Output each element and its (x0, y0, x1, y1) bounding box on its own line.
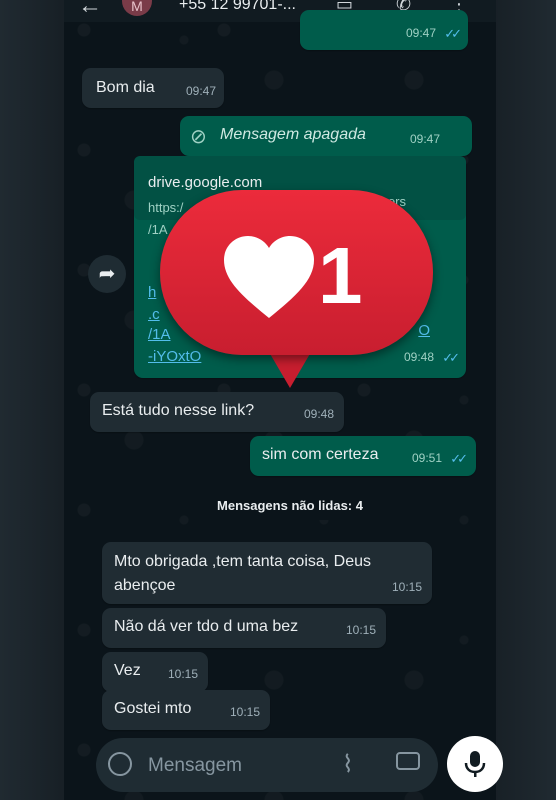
message-bubble[interactable]: Vez 10:15 (102, 652, 208, 692)
heart-icon (224, 236, 314, 318)
read-ticks-icon: ✓✓ (442, 350, 460, 365)
message-text: Gostei mto (114, 700, 192, 717)
deleted-message-bubble[interactable]: ⊘ Mensagem apagada 09:47 (180, 116, 472, 156)
back-arrow-icon[interactable]: ← (78, 0, 102, 20)
link-preview-url: https:/ (148, 200, 184, 215)
message-bubble[interactable]: Está tudo nesse link? 09:48 (90, 392, 344, 432)
message-bubble-partial[interactable]: 09:47 ✓✓ (300, 10, 468, 50)
avatar[interactable]: M (122, 0, 152, 16)
message-time: 09:51 (411, 451, 442, 465)
message-time: 09:48 (403, 350, 434, 364)
link-text[interactable]: .c (148, 306, 160, 323)
message-time: 10:15 (391, 580, 422, 594)
microphone-icon (464, 751, 486, 777)
message-input[interactable] (146, 750, 330, 782)
blocked-icon: ⊘ (190, 126, 207, 148)
like-count: 1 (318, 231, 363, 320)
photo-edge-right (488, 0, 556, 800)
unread-messages-divider: Mensagens não lidas: 4 (190, 492, 390, 520)
link-text[interactable]: O (418, 322, 430, 339)
message-time: 10:15 (345, 623, 376, 637)
message-text: sim com certeza (262, 446, 379, 463)
message-input-bar[interactable]: ⌇ (96, 738, 438, 792)
link-text[interactable]: -iYOxtO (148, 348, 201, 365)
message-text: Vez (114, 662, 141, 679)
message-time: 09:48 (303, 407, 334, 421)
message-text: Está tudo nesse link? (102, 402, 255, 419)
message-time: 09:47 (409, 132, 440, 146)
link-preview-title: drive.google.com (148, 174, 263, 191)
message-time: 10:15 (167, 667, 198, 681)
read-ticks-icon: ✓✓ (444, 26, 462, 41)
link-text[interactable]: /1A (148, 326, 171, 343)
forward-icon[interactable]: ➦ (88, 255, 126, 293)
link-text[interactable]: h (148, 284, 156, 301)
message-text: Mensagem apagada (220, 126, 366, 143)
attach-icon[interactable]: ⌇ (342, 750, 354, 779)
photo-edge-left (0, 0, 68, 800)
microphone-button[interactable] (447, 736, 503, 792)
message-time: 09:47 (405, 26, 436, 40)
link-preview-url: /1A (148, 222, 168, 237)
message-bubble[interactable]: sim com certeza 09:51 ✓✓ (250, 436, 476, 476)
camera-icon[interactable] (396, 752, 420, 770)
message-bubble[interactable]: Gostei mto 10:15 (102, 690, 270, 730)
contact-name[interactable]: +55 12 99701-... (179, 0, 296, 14)
message-time: 09:47 (185, 84, 216, 98)
message-bubble[interactable]: Não dá ver tdo d uma bez 10:15 (102, 608, 386, 648)
message-text: Bom dia (96, 79, 155, 96)
message-text: Mto obrigada ,tem tanta coisa, Deus (114, 553, 372, 570)
message-text: abençoe (114, 577, 176, 594)
message-text: Não dá ver tdo d uma bez (114, 618, 299, 635)
message-bubble[interactable]: Bom dia 09:47 (82, 68, 224, 108)
message-time: 10:15 (229, 705, 260, 719)
like-notification-badge (160, 190, 433, 355)
read-ticks-icon: ✓✓ (450, 451, 468, 466)
message-bubble[interactable]: Mto obrigada ,tem tanta coisa, Deus aben… (102, 542, 432, 604)
sticker-icon[interactable] (108, 752, 132, 776)
